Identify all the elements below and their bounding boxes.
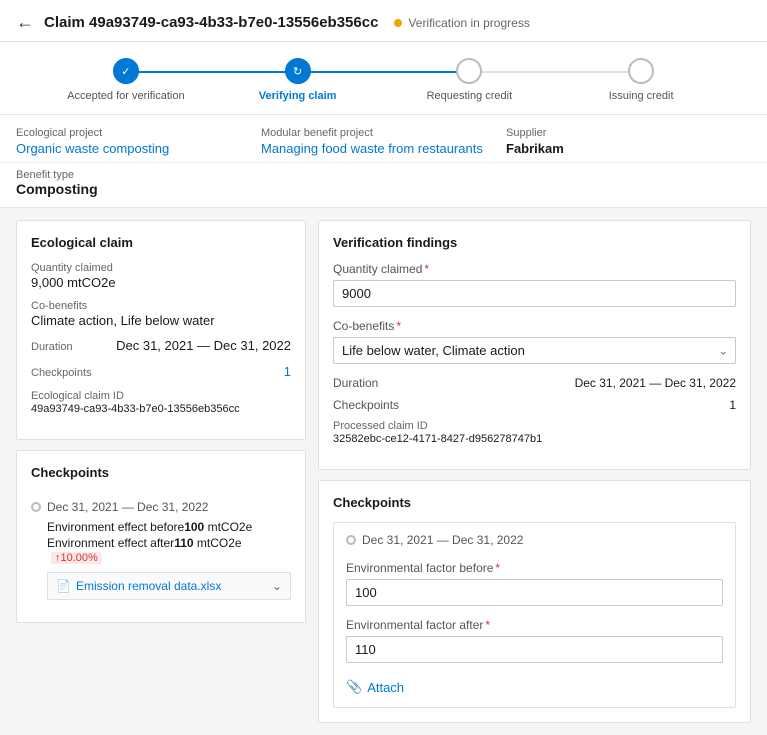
step-issuing: Issuing credit bbox=[555, 58, 727, 102]
header: ← Claim 49a93749-ca93-4b33-b7e0-13556eb3… bbox=[0, 0, 767, 42]
benefit-type-label: Benefit type bbox=[16, 169, 751, 181]
modular-project-label: Modular benefit project bbox=[261, 127, 506, 139]
duration-row: Duration Dec 31, 2021 — Dec 31, 2022 bbox=[31, 338, 291, 354]
env-after-line: Environment effect after110 mtCO2e↑10.00… bbox=[47, 536, 291, 564]
step-requesting: Requesting credit bbox=[384, 58, 556, 102]
vf-duration-label: Duration bbox=[333, 376, 378, 390]
cobenefits-value: Climate action, Life below water bbox=[31, 313, 291, 328]
vf-processed-id-value: 32582ebc-ce12-4171-8427-d956278747b1 bbox=[333, 433, 736, 445]
verification-findings-card: Verification findings Quantity claimed* … bbox=[318, 220, 751, 470]
modular-project-item: Modular benefit project Managing food wa… bbox=[261, 127, 506, 156]
cobenefits-row: Co-benefits Climate action, Life below w… bbox=[31, 300, 291, 328]
env-before-input[interactable] bbox=[346, 579, 723, 606]
right-checkpoint-item: Dec 31, 2021 — Dec 31, 2022 Environmenta… bbox=[333, 522, 736, 708]
env-before-line: Environment effect before100 mtCO2e bbox=[47, 520, 291, 534]
step-label-requesting: Requesting credit bbox=[427, 90, 513, 102]
right-checkpoint-header: Dec 31, 2021 — Dec 31, 2022 bbox=[334, 523, 735, 553]
vf-cobenefits-select-wrapper: Life below water, Climate action Climate… bbox=[333, 337, 736, 364]
attach-label: Attach bbox=[367, 680, 404, 695]
supplier-label: Supplier bbox=[506, 127, 751, 139]
change-badge: ↑10.00% bbox=[51, 552, 102, 564]
file-icon: 📄 bbox=[56, 579, 71, 593]
ecological-project-value[interactable]: Organic waste composting bbox=[16, 141, 261, 156]
attach-link[interactable]: 📎 Attach bbox=[346, 679, 404, 695]
env-after-input[interactable] bbox=[346, 636, 723, 663]
step-verifying: ↻ Verifying claim bbox=[212, 58, 384, 102]
project-info: Ecological project Organic waste compost… bbox=[0, 115, 767, 163]
env-after-field: Environmental factor after* bbox=[346, 618, 723, 663]
right-checkpoint-circle-icon bbox=[346, 535, 356, 545]
right-panel: Verification findings Quantity claimed* … bbox=[318, 220, 751, 723]
left-panel: Ecological claim Quantity claimed 9,000 … bbox=[16, 220, 306, 723]
ecological-project-item: Ecological project Organic waste compost… bbox=[16, 127, 261, 156]
cobenefits-label: Co-benefits bbox=[31, 300, 291, 312]
checkpoint-circle-icon bbox=[31, 502, 41, 512]
vf-quantity-field: Quantity claimed* bbox=[333, 262, 736, 307]
env-after-label: Environmental factor after* bbox=[346, 618, 723, 632]
status-text: Verification in progress bbox=[408, 16, 529, 30]
env-before-field: Environmental factor before* bbox=[346, 561, 723, 606]
ecological-project-label: Ecological project bbox=[16, 127, 261, 139]
vf-processed-id-row: Processed claim ID 32582ebc-ce12-4171-84… bbox=[333, 420, 736, 445]
chevron-down-icon: ⌄ bbox=[272, 579, 282, 593]
quantity-claimed-value: 9,000 mtCO2e bbox=[31, 275, 291, 290]
duration-label: Duration bbox=[31, 341, 73, 353]
status-badge: Verification in progress bbox=[394, 16, 529, 30]
supplier-item: Supplier Fabrikam bbox=[506, 127, 751, 156]
left-checkpoints-card: Checkpoints Dec 31, 2021 — Dec 31, 2022 … bbox=[16, 450, 306, 623]
checkpoints-value-left: 1 bbox=[284, 364, 291, 379]
back-button[interactable]: ← bbox=[16, 12, 34, 33]
vf-cobenefits-label: Co-benefits* bbox=[333, 319, 736, 333]
vf-processed-id-label: Processed claim ID bbox=[333, 420, 736, 432]
benefit-type-value: Composting bbox=[16, 181, 751, 197]
vf-checkpoints-value: 1 bbox=[729, 398, 736, 412]
vf-duration-value: Dec 31, 2021 — Dec 31, 2022 bbox=[575, 376, 736, 390]
status-dot-icon bbox=[394, 19, 402, 27]
left-checkpoints-title: Checkpoints bbox=[31, 465, 291, 480]
paperclip-icon: 📎 bbox=[346, 679, 362, 695]
claim-id-value: 49a93749-ca93-4b33-b7e0-13556eb356cc bbox=[31, 403, 291, 415]
step-circle-issuing bbox=[628, 58, 654, 84]
step-circle-requesting bbox=[456, 58, 482, 84]
step-circle-accepted: ✓ bbox=[113, 58, 139, 84]
vf-cobenefits-select[interactable]: Life below water, Climate action Climate… bbox=[333, 337, 736, 364]
claim-id-row: Ecological claim ID 49a93749-ca93-4b33-b… bbox=[31, 390, 291, 415]
ecological-claim-title: Ecological claim bbox=[31, 235, 291, 250]
file-name: 📄 Emission removal data.xlsx bbox=[56, 579, 221, 593]
left-checkpoint-item: Dec 31, 2021 — Dec 31, 2022 Environment … bbox=[31, 492, 291, 608]
right-checkpoints-card: Checkpoints Dec 31, 2021 — Dec 31, 2022 … bbox=[318, 480, 751, 723]
vf-quantity-label: Quantity claimed* bbox=[333, 262, 736, 276]
step-label-accepted: Accepted for verification bbox=[67, 90, 184, 102]
vf-cobenefits-field: Co-benefits* Life below water, Climate a… bbox=[333, 319, 736, 364]
benefit-type-section: Benefit type Composting bbox=[0, 163, 767, 208]
checkpoints-label-left: Checkpoints bbox=[31, 367, 92, 379]
step-circle-verifying: ↻ bbox=[285, 58, 311, 84]
right-checkpoints-title: Checkpoints bbox=[333, 495, 736, 510]
main-content: Ecological claim Quantity claimed 9,000 … bbox=[0, 208, 767, 735]
modular-project-value[interactable]: Managing food waste from restaurants bbox=[261, 141, 506, 156]
duration-value: Dec 31, 2021 — Dec 31, 2022 bbox=[116, 338, 291, 353]
quantity-claimed-label: Quantity claimed bbox=[31, 262, 291, 274]
claim-id-label: Ecological claim ID bbox=[31, 390, 291, 402]
step-label-issuing: Issuing credit bbox=[609, 90, 674, 102]
vf-checkpoints-label: Checkpoints bbox=[333, 398, 399, 412]
claim-title: Claim 49a93749-ca93-4b33-b7e0-13556eb356… bbox=[44, 14, 378, 31]
left-checkpoint-date: Dec 31, 2021 — Dec 31, 2022 bbox=[31, 500, 291, 514]
vf-checkpoints-row: Checkpoints 1 bbox=[333, 398, 736, 412]
supplier-value: Fabrikam bbox=[506, 141, 751, 156]
progress-bar: ✓ Accepted for verification ↻ Verifying … bbox=[0, 42, 767, 115]
checkpoints-row: Checkpoints 1 bbox=[31, 364, 291, 380]
env-before-label: Environmental factor before* bbox=[346, 561, 723, 575]
step-accepted: ✓ Accepted for verification bbox=[40, 58, 212, 102]
vf-quantity-input[interactable] bbox=[333, 280, 736, 307]
ecological-claim-card: Ecological claim Quantity claimed 9,000 … bbox=[16, 220, 306, 440]
quantity-claimed-row: Quantity claimed 9,000 mtCO2e bbox=[31, 262, 291, 290]
verification-findings-title: Verification findings bbox=[333, 235, 736, 250]
file-row[interactable]: 📄 Emission removal data.xlsx ⌄ bbox=[47, 572, 291, 600]
vf-duration-row: Duration Dec 31, 2021 — Dec 31, 2022 bbox=[333, 376, 736, 390]
step-label-verifying: Verifying claim bbox=[259, 90, 337, 102]
right-checkpoint-body: Environmental factor before* Environment… bbox=[334, 553, 735, 707]
